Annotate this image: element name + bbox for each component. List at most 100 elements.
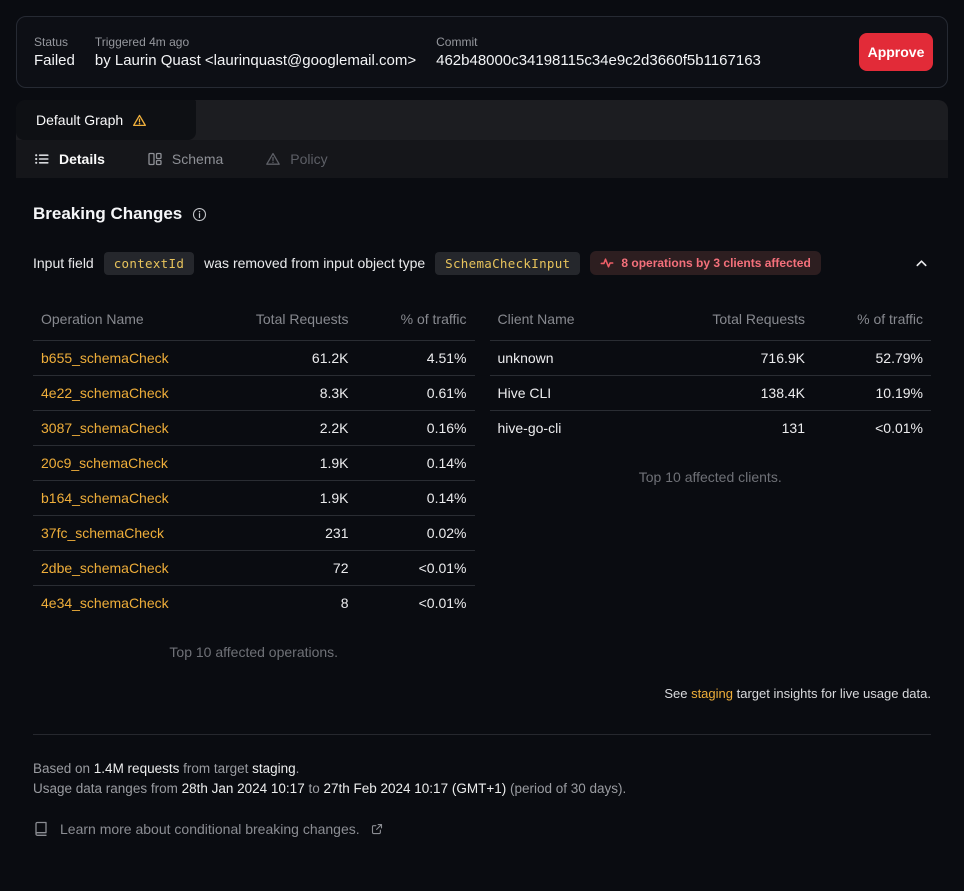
- check-summary-card: Status Failed Triggered 4m ago by Laurin…: [16, 16, 948, 88]
- triggered-label: Triggered 4m ago: [95, 35, 416, 49]
- table-header-row: Operation Name Total Requests % of traff…: [33, 303, 475, 341]
- type-code-pill: SchemaCheckInput: [435, 252, 580, 275]
- chevron-up-icon[interactable]: [914, 256, 931, 271]
- requests-cell: 716.9K: [695, 341, 813, 376]
- list-icon: [34, 151, 50, 167]
- insights-note-suffix: target insights for live usage data.: [733, 686, 931, 701]
- status-label: Status: [34, 35, 75, 49]
- traffic-cell: 4.51%: [357, 341, 475, 376]
- table-row: unknown 716.9K 52.79%: [490, 341, 932, 376]
- change-text-middle: was removed from input object type: [204, 255, 425, 271]
- operations-table-container: Operation Name Total Requests % of traff…: [33, 303, 475, 660]
- operation-link[interactable]: 37fc_schemaCheck: [41, 525, 164, 541]
- client-name-cell: unknown: [490, 341, 696, 376]
- learn-more-label: Learn more about conditional breaking ch…: [60, 821, 360, 837]
- status-value: Failed: [34, 52, 75, 69]
- table-row: 2dbe_schemaCheck 72 <0.01%: [33, 551, 475, 586]
- tab-default-graph[interactable]: Default Graph: [16, 100, 196, 140]
- requests-cell: 231: [239, 516, 357, 551]
- clients-table-caption: Top 10 affected clients.: [490, 469, 932, 485]
- based-on-prefix: Based on: [33, 761, 94, 776]
- warning-triangle-icon: [132, 113, 147, 128]
- usage-footnote: Based on 1.4M requests from target stagi…: [33, 759, 931, 799]
- commit-column: Commit 462b48000c34198115c34e9c2d3660f5b…: [436, 35, 761, 69]
- request-count: 1.4M requests: [94, 761, 180, 776]
- table-row: hive-go-cli 131 <0.01%: [490, 411, 932, 446]
- requests-cell: 8: [239, 586, 357, 621]
- based-on-suffix: .: [296, 761, 300, 776]
- table-row: 20c9_schemaCheck 1.9K 0.14%: [33, 446, 475, 481]
- tab-policy-label: Policy: [290, 151, 327, 167]
- traffic-cell: 52.79%: [813, 341, 931, 376]
- operation-link[interactable]: 2dbe_schemaCheck: [41, 560, 169, 576]
- traffic-cell: 0.14%: [357, 481, 475, 516]
- column-total-requests: Total Requests: [239, 303, 357, 341]
- learn-more-link[interactable]: Learn more about conditional breaking ch…: [33, 820, 383, 837]
- book-icon: [33, 820, 49, 837]
- column-total-requests: Total Requests: [695, 303, 813, 341]
- commit-label: Commit: [436, 35, 761, 49]
- range-from-date: 28th Jan 2024 10:17: [182, 781, 305, 796]
- traffic-cell: <0.01%: [813, 411, 931, 446]
- breaking-changes-title: Breaking Changes: [33, 204, 182, 224]
- affected-badge-label: 8 operations by 3 clients affected: [621, 256, 810, 270]
- traffic-cell: 0.02%: [357, 516, 475, 551]
- target-name: staging: [252, 761, 296, 776]
- clients-table-container: Client Name Total Requests % of traffic …: [490, 303, 932, 660]
- table-row: Hive CLI 138.4K 10.19%: [490, 376, 932, 411]
- schema-icon: [147, 151, 163, 167]
- range-prefix: Usage data ranges from: [33, 781, 182, 796]
- insights-note: See staging target insights for live usa…: [33, 686, 931, 701]
- operation-link[interactable]: 4e34_schemaCheck: [41, 595, 169, 611]
- table-row: 37fc_schemaCheck 231 0.02%: [33, 516, 475, 551]
- operations-table-caption: Top 10 affected operations.: [33, 644, 475, 660]
- table-row: b655_schemaCheck 61.2K 4.51%: [33, 341, 475, 376]
- check-panel: Default Graph Details Schema Policy: [16, 100, 948, 837]
- traffic-cell: <0.01%: [357, 551, 475, 586]
- details-content: Breaking Changes Input field contextId w…: [16, 178, 948, 837]
- info-icon[interactable]: [192, 207, 207, 222]
- table-row: 3087_schemaCheck 2.2K 0.16%: [33, 411, 475, 446]
- requests-cell: 1.9K: [239, 446, 357, 481]
- graph-tab-bar: Default Graph: [16, 100, 948, 140]
- column-traffic: % of traffic: [357, 303, 475, 341]
- clients-table: Client Name Total Requests % of traffic …: [490, 303, 932, 445]
- tab-policy[interactable]: Policy: [265, 151, 327, 167]
- operation-link[interactable]: b164_schemaCheck: [41, 490, 169, 506]
- graph-tab-label: Default Graph: [36, 112, 123, 128]
- tab-schema[interactable]: Schema: [147, 151, 223, 167]
- requests-cell: 1.9K: [239, 481, 357, 516]
- check-subtabs: Details Schema Policy: [16, 140, 948, 178]
- operation-link[interactable]: 4e22_schemaCheck: [41, 385, 169, 401]
- traffic-cell: 0.61%: [357, 376, 475, 411]
- external-link-icon: [371, 823, 383, 835]
- breaking-change-description: Input field contextId was removed from i…: [33, 251, 821, 275]
- operation-link[interactable]: 3087_schemaCheck: [41, 420, 169, 436]
- range-suffix: (period of 30 days).: [506, 781, 626, 796]
- column-client-name: Client Name: [490, 303, 696, 341]
- column-traffic: % of traffic: [813, 303, 931, 341]
- breaking-change-accordion-row[interactable]: Input field contextId was removed from i…: [33, 251, 931, 275]
- traffic-cell: <0.01%: [357, 586, 475, 621]
- operations-table: Operation Name Total Requests % of traff…: [33, 303, 475, 620]
- affected-operations-badge: 8 operations by 3 clients affected: [590, 251, 820, 275]
- approve-button[interactable]: Approve: [859, 33, 933, 71]
- insights-note-prefix: See: [664, 686, 691, 701]
- client-name-cell: Hive CLI: [490, 376, 696, 411]
- breaking-changes-header: Breaking Changes: [33, 204, 931, 224]
- traffic-cell: 0.16%: [357, 411, 475, 446]
- triggered-column: Triggered 4m ago by Laurin Quast <laurin…: [95, 35, 416, 69]
- table-header-row: Client Name Total Requests % of traffic: [490, 303, 932, 341]
- operation-link[interactable]: b655_schemaCheck: [41, 350, 169, 366]
- client-name-cell: hive-go-cli: [490, 411, 696, 446]
- alert-triangle-icon: [265, 151, 281, 167]
- tab-details[interactable]: Details: [34, 151, 105, 167]
- based-on-mid: from target: [179, 761, 252, 776]
- field-code-pill: contextId: [104, 252, 194, 275]
- staging-target-link[interactable]: staging: [691, 686, 733, 701]
- usage-tables: Operation Name Total Requests % of traff…: [33, 303, 931, 660]
- requests-cell: 72: [239, 551, 357, 586]
- operation-link[interactable]: 20c9_schemaCheck: [41, 455, 168, 471]
- range-mid: to: [305, 781, 324, 796]
- range-to-date: 27th Feb 2024 10:17 (GMT+1): [323, 781, 506, 796]
